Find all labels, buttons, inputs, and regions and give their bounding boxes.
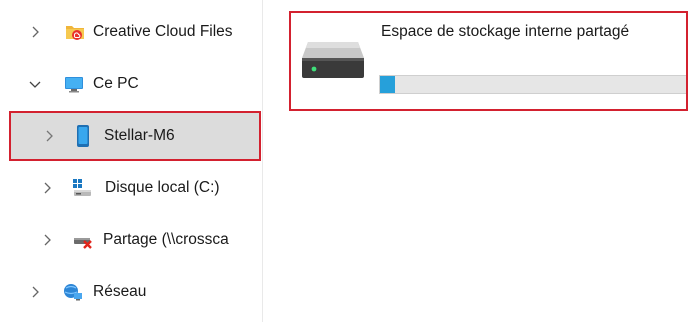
nav-item-label: Partage (\\crossca [103, 231, 229, 248]
navigation-pane: Creative Cloud Files Ce PC Stellar-M6 Di… [0, 0, 262, 322]
nav-item-stellar-m6[interactable]: Stellar-M6 [0, 112, 262, 160]
nav-item-network-share[interactable]: Partage (\\crossca [0, 222, 262, 258]
local-disk-icon [73, 179, 91, 196]
nav-item-label: Réseau [93, 283, 147, 300]
chevron-right-icon[interactable] [28, 285, 42, 299]
chevron-right-icon[interactable] [40, 233, 54, 247]
storage-tile[interactable]: Espace de stockage interne partagé [289, 11, 688, 111]
pane-divider [262, 0, 263, 322]
nav-item-creative-cloud-files[interactable]: Creative Cloud Files [0, 14, 262, 50]
network-drive-disconnected-icon [74, 238, 92, 249]
storage-drive-icon [302, 42, 364, 78]
nav-item-this-pc[interactable]: Ce PC [0, 66, 262, 102]
nav-item-label: Creative Cloud Files [93, 23, 233, 40]
chevron-right-icon[interactable] [42, 129, 56, 143]
storage-title: Espace de stockage interne partagé [381, 23, 630, 40]
nav-item-network[interactable]: Réseau [0, 274, 262, 310]
chevron-down-icon[interactable] [28, 77, 42, 91]
chevron-right-icon[interactable] [40, 181, 54, 195]
network-icon [64, 284, 82, 301]
nav-item-label: Stellar-M6 [104, 127, 175, 144]
creative-cloud-folder-icon [66, 26, 84, 40]
chevron-right-icon[interactable] [28, 25, 42, 39]
storage-usage-fill [380, 76, 396, 93]
storage-usage-bar [379, 75, 687, 94]
nav-item-local-disk-c[interactable]: Disque local (C:) [0, 170, 262, 206]
phone-icon [77, 125, 89, 147]
nav-item-label: Disque local (C:) [105, 179, 220, 196]
nav-item-label: Ce PC [93, 75, 139, 92]
computer-icon [65, 77, 83, 93]
